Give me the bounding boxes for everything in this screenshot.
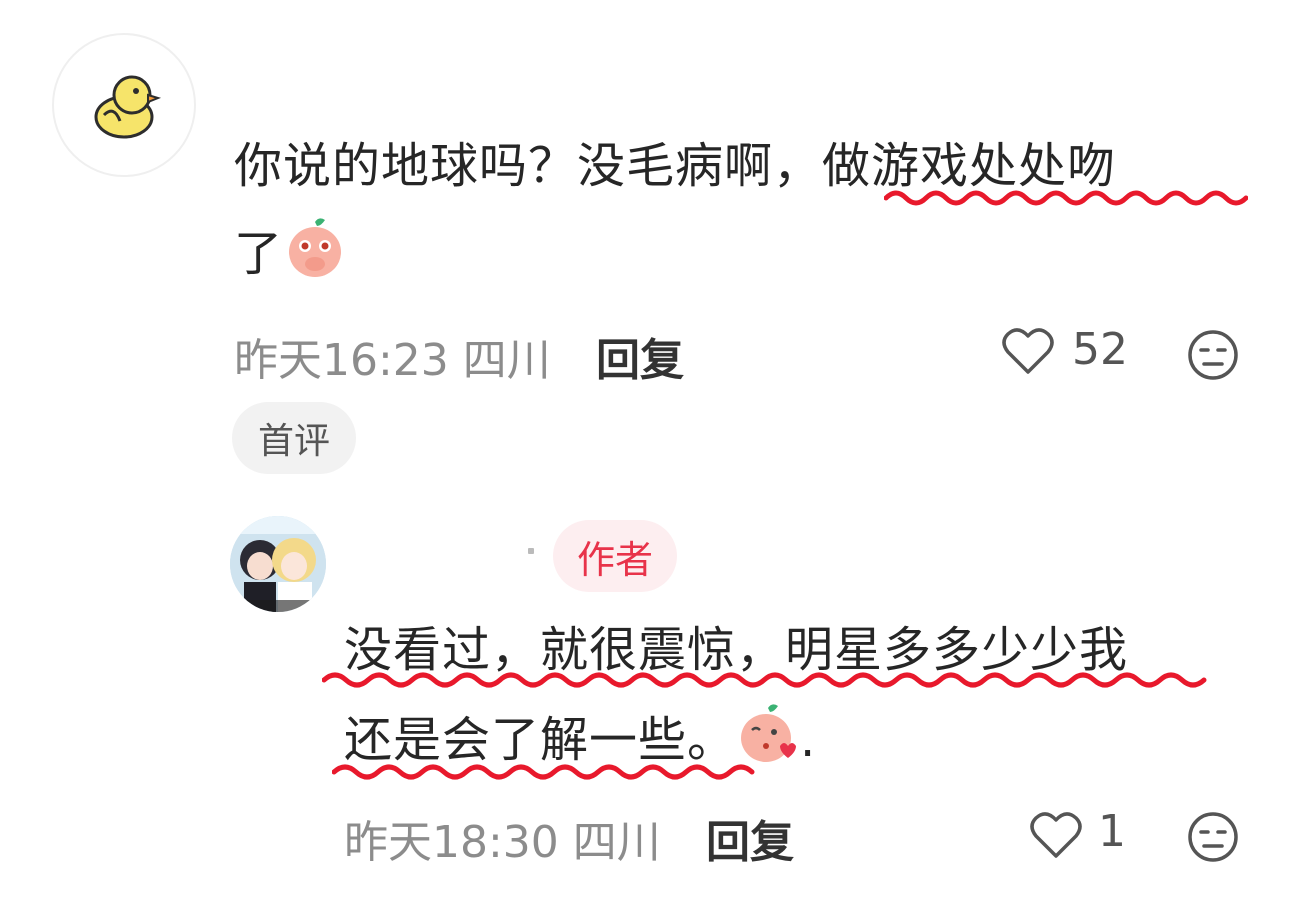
highlight-text: 做游戏处处吻 bbox=[822, 138, 1117, 194]
peach-kiss-emoji bbox=[736, 702, 800, 784]
like-count: 1 bbox=[1098, 806, 1126, 857]
reply-button[interactable]: 回复 bbox=[596, 324, 684, 388]
comment-text-line2: 了 bbox=[234, 214, 347, 298]
peach-cover-mouth-emoji bbox=[283, 216, 347, 298]
heart-outline-icon bbox=[1002, 328, 1054, 374]
name-placeholder-dot bbox=[528, 548, 534, 554]
duck-avatar-icon bbox=[94, 75, 162, 139]
like-button[interactable] bbox=[1028, 810, 1084, 866]
comment-meta: 昨天18:30 四川 bbox=[344, 817, 661, 868]
dislike-button[interactable] bbox=[1186, 328, 1240, 386]
anime-couple-avatar-icon bbox=[230, 516, 326, 612]
comment-meta: 昨天16:23 四川 bbox=[234, 335, 551, 386]
comment-text-line2: 还是会了解一些。 . bbox=[344, 700, 816, 784]
comment-text: 你说的地球吗？没毛病啊，做游戏处处吻 bbox=[234, 138, 1117, 194]
avatar[interactable] bbox=[230, 516, 326, 612]
like-button[interactable] bbox=[1000, 326, 1056, 382]
dislike-face-icon bbox=[1188, 812, 1238, 862]
dislike-face-icon bbox=[1188, 330, 1238, 380]
like-count: 52 bbox=[1072, 324, 1128, 375]
dislike-button[interactable] bbox=[1186, 810, 1240, 868]
avatar[interactable] bbox=[52, 33, 196, 177]
first-comment-badge: 首评 bbox=[232, 402, 356, 474]
author-badge: 作者 bbox=[553, 520, 677, 592]
comment-text: 没看过，就很震惊，明星多多少少我 bbox=[344, 622, 1129, 678]
heart-outline-icon bbox=[1030, 812, 1082, 858]
reply-button[interactable]: 回复 bbox=[706, 806, 794, 870]
